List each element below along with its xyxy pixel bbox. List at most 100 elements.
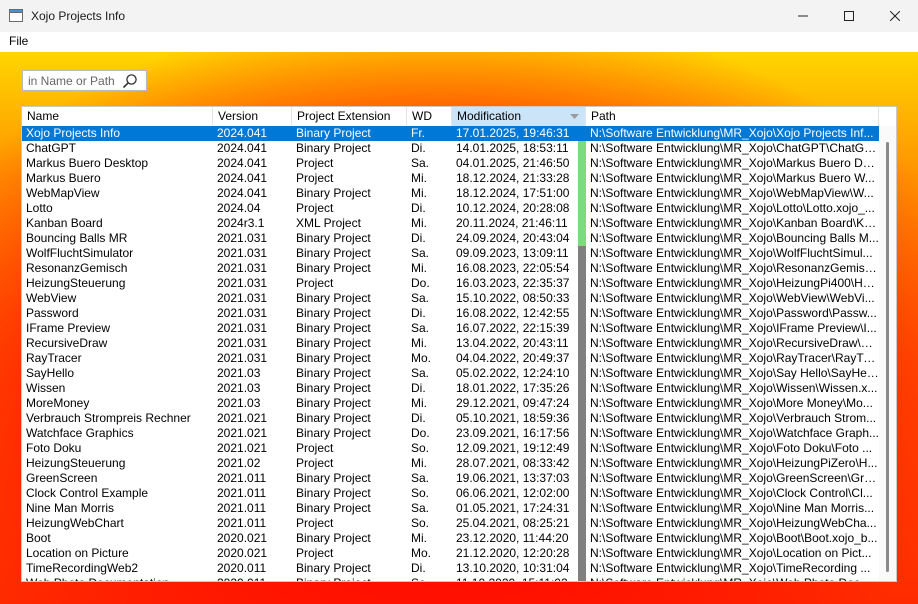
cell-name: WebView: [26, 291, 77, 305]
cell-version: 2024.041: [217, 186, 268, 200]
cell-modification: 18.12.2024, 21:33:28: [456, 171, 570, 185]
cell-path: N:\Software Entwicklung\MR_Xojo\ChatGPT\…: [590, 141, 879, 155]
table-row[interactable]: Wissen 2021.03 Binary Project Di. 18.01.2022…: [22, 381, 879, 396]
cell-version: 2024.041: [217, 126, 268, 140]
age-marker: [578, 336, 586, 351]
table-row[interactable]: HeizungSteuerung 2021.031 Project Do. 16.03.…: [22, 276, 879, 291]
table-row[interactable]: ChatGPT 2024.041 Binary Project Di. 14.01.20…: [22, 141, 879, 156]
maximize-button[interactable]: [826, 0, 872, 32]
table-row[interactable]: GreenScreen 2021.011 Binary Project Sa. 19.0…: [22, 471, 879, 486]
search-input[interactable]: [28, 73, 120, 88]
cell-wd: Sa.: [411, 501, 430, 515]
table-row[interactable]: TimeRecordingWeb2 2020.011 Binary Project D…: [22, 561, 879, 576]
cell-modification: 24.09.2024, 20:43:04: [456, 231, 570, 245]
table-row[interactable]: Web Photo Documentation2020.011Binary Pr…: [22, 576, 879, 581]
age-marker: [578, 306, 586, 321]
cell-path: N:\Software Entwicklung\MR_Xojo\WebMapVi…: [590, 186, 874, 200]
cell-path: N:\Software Entwicklung\MR_Xojo\Web Phot…: [586, 576, 879, 581]
cell-project-extension: Binary Project: [292, 576, 407, 581]
vertical-scrollbar[interactable]: [879, 126, 896, 581]
cell-version: 2024.041: [217, 141, 268, 155]
table-row[interactable]: Lotto 2024.04 Project Di. 10.12.2024, 20:28:…: [22, 201, 879, 216]
table-row[interactable]: Watchface Graphics 2021.021 Binary Project…: [22, 426, 879, 441]
cell-wd: Mi.: [411, 336, 427, 350]
cell-wd: Sa.: [411, 246, 430, 260]
header-path[interactable]: Path: [586, 107, 879, 126]
age-marker: [578, 246, 586, 261]
table-row[interactable]: RecursiveDraw 2021.031 Binary Project Mi. 13…: [22, 336, 879, 351]
cell-path: N:\Software Entwicklung\MR_Xojo\Resonanz…: [590, 261, 879, 275]
cell-project-extension: Binary Project: [296, 366, 371, 380]
table-row[interactable]: MoreMoney 2021.03 Binary Project Mi. 29.12.2…: [22, 396, 879, 411]
cell-name: Password: [26, 306, 79, 320]
header-project-extension[interactable]: Project Extension: [292, 107, 407, 126]
cell-name: Clock Control Example: [26, 486, 149, 500]
table-row[interactable]: ResonanzGemisch 2021.031 Binary Project Mi.…: [22, 261, 879, 276]
cell-name: HeizungWebChart: [26, 516, 124, 530]
table-row[interactable]: IFrame Preview 2021.031 Binary Project Sa. 1…: [22, 321, 879, 336]
table-row[interactable]: Location on Picture 2020.021 Project Mo. 21.…: [22, 546, 879, 561]
table-row[interactable]: Kanban Board 2024r3.1 XML Project Mi. 20.11.…: [22, 216, 879, 231]
cell-wd: Fr.: [411, 126, 425, 140]
table-row[interactable]: WebMapView 2024.041 Binary Project Mi. 18.12…: [22, 186, 879, 201]
table-row[interactable]: SayHello 2021.03 Binary Project Sa. 05.02.20…: [22, 366, 879, 381]
table-row[interactable]: Password 2021.031 Binary Project Di. 16.08.2…: [22, 306, 879, 321]
table-row[interactable]: RayTracer 2021.031 Binary Project Mo. 04.04.…: [22, 351, 879, 366]
cell-wd: Di.: [411, 381, 426, 395]
cell-version: 2021.031: [217, 261, 268, 275]
cell-wd: Mi.: [411, 396, 427, 410]
header-name[interactable]: Name: [22, 107, 213, 126]
table-row[interactable]: Markus Buero Desktop 2024.041 Project Sa. 04…: [22, 156, 879, 171]
close-icon: [890, 11, 900, 21]
header-wd[interactable]: WD: [407, 107, 452, 126]
cell-wd: Di.: [411, 231, 426, 245]
table-row[interactable]: WebView 2021.031 Binary Project Sa. 15.10.20…: [22, 291, 879, 306]
recent-marker: [578, 141, 586, 156]
cell-wd: Di.: [411, 306, 426, 320]
cell-modification: 23.12.2020, 11:44:20: [456, 531, 569, 545]
cell-modification: 25.04.2021, 08:25:21: [456, 516, 570, 530]
table-row[interactable]: HeizungWebChart 2021.011 Project So. 25.04.2…: [22, 516, 879, 531]
age-marker: [578, 351, 586, 366]
cell-modification: 19.06.2021, 13:37:03: [456, 471, 570, 485]
table-row[interactable]: Boot 2020.021 Binary Project Mi. 23.12.2020,…: [22, 531, 879, 546]
cell-project-extension: XML Project: [296, 216, 361, 230]
table-row[interactable]: Xojo Projects Info 2024.041 Binary Project…: [22, 126, 879, 141]
table-row[interactable]: Foto Doku 2021.021 Project So. 12.09.2021, 1…: [22, 441, 879, 456]
cell-name: GreenScreen: [26, 471, 98, 485]
table-row[interactable]: HeizungSteuerung 2021.02 Project Mi. 28.07.2…: [22, 456, 879, 471]
cell-version: 2020.021: [217, 531, 268, 545]
cell-name: HeizungSteuerung: [26, 276, 126, 290]
table-row[interactable]: Bouncing Balls MR 2021.031 Binary Project D…: [22, 231, 879, 246]
search-icon[interactable]: [122, 73, 138, 89]
projects-listbox[interactable]: Name Version Project Extension WD Modifi…: [21, 106, 897, 582]
table-row[interactable]: Clock Control Example 2021.011 Binary Proj…: [22, 486, 879, 501]
cell-wd: Mi.: [411, 456, 427, 470]
header-version[interactable]: Version: [213, 107, 292, 126]
menu-file[interactable]: File: [8, 34, 29, 48]
scrollbar-thumb[interactable]: [886, 142, 889, 572]
cell-modification: 13.10.2020, 10:31:04: [456, 561, 570, 575]
header-modification[interactable]: Modification: [452, 107, 586, 126]
cell-path: N:\Software Entwicklung\MR_Xojo\Nine Man…: [590, 501, 875, 515]
table-row[interactable]: Verbrauch Strompreis Rechner 2021.021 Bina…: [22, 411, 879, 426]
cell-name: Bouncing Balls MR: [26, 231, 128, 245]
cell-modification: 04.01.2025, 21:46:50: [456, 156, 570, 170]
cell-version: 2021.011: [217, 516, 267, 530]
list-header: Name Version Project Extension WD Modifi…: [22, 107, 896, 127]
cell-modification: 16.08.2023, 22:05:54: [456, 261, 570, 275]
cell-project-extension: Binary Project: [296, 411, 371, 425]
minimize-button[interactable]: [780, 0, 826, 32]
cell-modification: 16.08.2022, 12:42:55: [456, 306, 570, 320]
cell-wd: Mo.: [411, 351, 432, 365]
cell-project-extension: Project: [296, 546, 334, 560]
close-button[interactable]: [872, 0, 918, 32]
table-row[interactable]: Nine Man Morris 2021.011 Binary Project Sa.…: [22, 501, 879, 516]
table-row[interactable]: WolfFluchtSimulator 2021.031 Binary Projec…: [22, 246, 879, 261]
cell-version: 2021.03: [217, 381, 261, 395]
search-box[interactable]: [22, 70, 147, 91]
cell-path: N:\Software Entwicklung\MR_Xojo\Recursiv…: [590, 336, 879, 350]
cell-wd: Mi.: [411, 531, 427, 545]
cell-path: N:\Software Entwicklung\MR_Xojo\Location…: [590, 546, 872, 560]
table-row[interactable]: Markus Buero 2024.041 Project Mi. 18.12.2024…: [22, 171, 879, 186]
